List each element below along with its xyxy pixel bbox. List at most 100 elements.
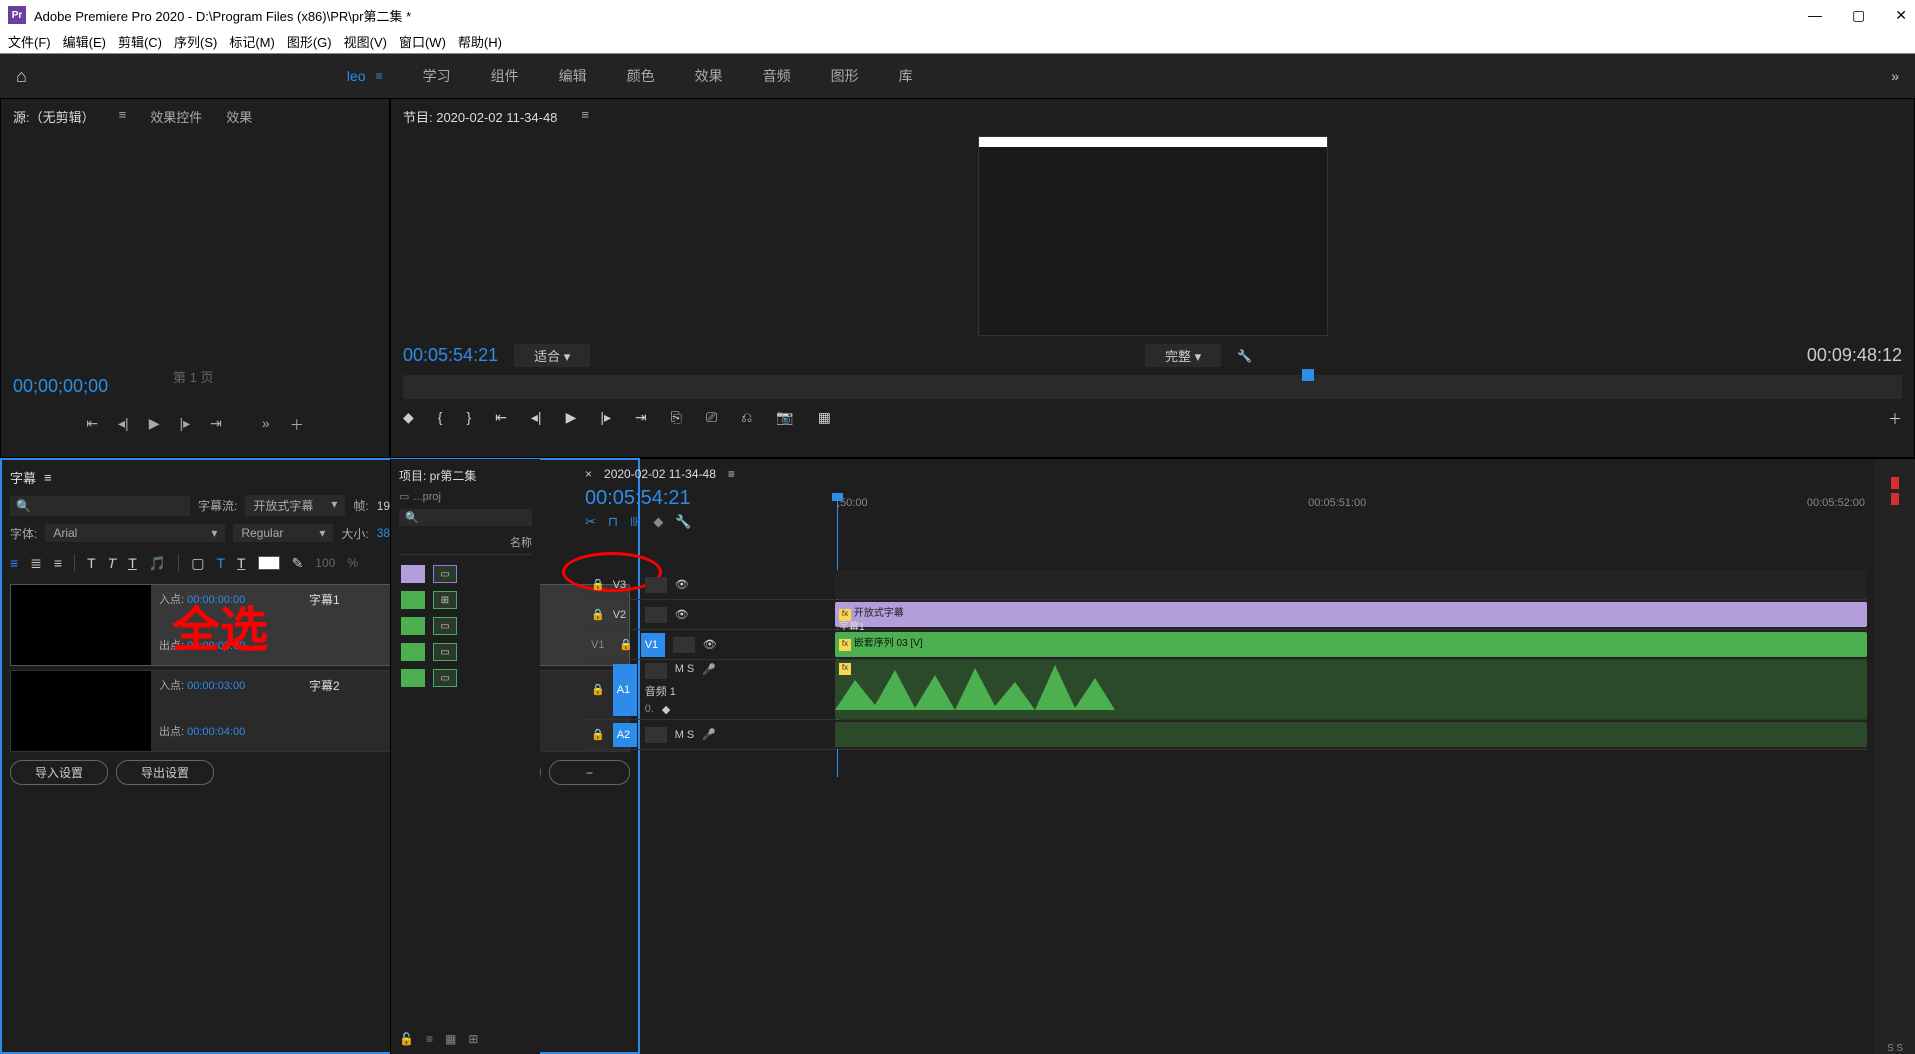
stream-select[interactable]: 开放式字幕▾ (245, 495, 345, 516)
menu-edit[interactable]: 编辑(E) (63, 32, 106, 51)
workspace-graphics[interactable]: 图形 (831, 66, 859, 86)
go-in-icon[interactable]: ⇤ (495, 409, 507, 429)
workspace-overflow-icon[interactable]: » (1891, 68, 1899, 84)
workspace-menu-icon[interactable]: ≡ (376, 69, 383, 83)
mute-solo[interactable]: M S (675, 663, 695, 679)
eye-icon[interactable]: 👁 (675, 608, 689, 621)
timeline-ruler[interactable]: ;50:00 00:05:51:00 00:05:52:00 (837, 497, 1865, 517)
track-label[interactable]: A1 (613, 664, 637, 716)
caption-search-input[interactable]: 🔍 (10, 496, 190, 516)
source-pager[interactable]: 第 1 页 (173, 367, 213, 386)
workspace-color[interactable]: 颜色 (627, 66, 655, 86)
program-add-icon[interactable]: ＋ (1888, 409, 1902, 429)
bg-box-icon[interactable]: ▢ (191, 555, 204, 572)
marker-icon[interactable]: ◆ (403, 409, 414, 429)
menu-graphics[interactable]: 图形(G) (287, 32, 332, 51)
nest-icon[interactable]: ✂ (585, 514, 596, 530)
lock-icon[interactable]: 🔒 (591, 683, 605, 696)
compare-icon[interactable]: ▦ (818, 409, 831, 429)
lock-icon[interactable]: 🔒 (591, 578, 605, 591)
track-toggle[interactable] (645, 663, 667, 679)
track-toggle[interactable] (645, 727, 667, 743)
freeform-view-icon[interactable]: ⊞ (468, 1032, 478, 1046)
tab-effects[interactable]: 效果 (226, 107, 252, 126)
menu-file[interactable]: 文件(F) (8, 32, 51, 51)
project-item[interactable]: ▭ (399, 639, 532, 665)
step-back-icon[interactable]: ◂| (531, 409, 542, 429)
program-fit-select[interactable]: 适合 ▾ (514, 344, 590, 367)
menu-help[interactable]: 帮助(H) (458, 32, 502, 51)
source-more-icon[interactable]: » (262, 415, 270, 435)
voice-icon[interactable]: 🎤 (702, 663, 716, 679)
color-swatch[interactable] (258, 556, 280, 570)
source-step-back-icon[interactable]: ◂| (118, 415, 129, 435)
project-item[interactable]: ⊞ (399, 587, 532, 613)
workspace-learn[interactable]: 学习 (423, 66, 451, 86)
caption-in-tc[interactable]: 00:00:03:00 (187, 680, 245, 692)
eyedropper-icon[interactable]: ✎ (292, 555, 304, 572)
play-icon[interactable]: ▶ (566, 409, 577, 429)
folder-icon[interactable]: ▭ (399, 490, 409, 503)
clip-audio[interactable] (835, 722, 1867, 747)
workspace-audio[interactable]: 音频 (763, 66, 791, 86)
track-toggle[interactable] (645, 607, 667, 623)
program-monitor[interactable] (978, 136, 1328, 336)
source-patch-v1[interactable]: V1 (591, 639, 611, 651)
step-fwd-icon[interactable]: |▸ (600, 409, 611, 429)
mute-solo[interactable]: M S (675, 729, 695, 741)
tab-effect-controls[interactable]: 效果控件 (150, 107, 202, 126)
font-style-select[interactable]: Regular▾ (233, 524, 333, 542)
minimize-button[interactable]: — (1808, 7, 1822, 24)
source-go-out-icon[interactable]: ⇥ (210, 415, 222, 435)
lock-icon[interactable]: 🔒 (591, 608, 605, 621)
track-label[interactable]: V3 (613, 579, 637, 591)
track-toggle[interactable] (673, 637, 695, 653)
program-timecode[interactable]: 00:05:54:21 (403, 345, 498, 366)
lock-icon[interactable]: 🔓 (399, 1032, 414, 1046)
voice-icon[interactable]: 🎤 (702, 728, 716, 741)
export-frame-icon[interactable]: ⎌ (741, 409, 752, 429)
maximize-button[interactable]: ▢ (1852, 7, 1865, 24)
align-right-icon[interactable]: ≡ (54, 555, 62, 571)
tab-source[interactable]: 源:（无剪辑） (13, 107, 95, 126)
size-value[interactable]: 38 (377, 526, 390, 540)
italic-icon[interactable]: T (108, 555, 117, 571)
extract-icon[interactable]: ⎚ (706, 409, 717, 429)
source-step-fwd-icon[interactable]: |▸ (179, 415, 190, 435)
track-label[interactable]: V1 (641, 633, 665, 657)
workspace-editing[interactable]: 编辑 (559, 66, 587, 86)
camera-icon[interactable]: 📷 (776, 409, 793, 429)
export-settings-button[interactable]: 导出设置 (116, 760, 214, 785)
project-name-header[interactable]: 名称 (510, 534, 532, 550)
underline-icon[interactable]: T (128, 555, 137, 571)
workspace-leo[interactable]: leo (347, 68, 366, 84)
clip-caption[interactable]: fx 开放式字幕 (835, 602, 1867, 627)
font-select[interactable]: Arial▾ (45, 524, 225, 542)
project-item[interactable]: ▭ (399, 613, 532, 639)
timeline-close-icon[interactable]: × (585, 467, 592, 481)
project-item[interactable]: ▭ (399, 561, 532, 587)
mark-in-icon[interactable]: { (438, 409, 443, 429)
project-title[interactable]: 项目: pr第二集 (399, 467, 532, 484)
workspace-effects[interactable]: 效果 (695, 66, 723, 86)
align-left-icon[interactable]: ≡ (10, 555, 18, 571)
lift-icon[interactable]: ⎘ (671, 409, 682, 429)
timeline-menu-icon[interactable]: ≡ (728, 467, 735, 481)
import-settings-button[interactable]: 导入设置 (10, 760, 108, 785)
caption-panel-menu-icon[interactable]: ≡ (44, 470, 52, 485)
marker-add-icon[interactable]: ◆ (653, 514, 663, 530)
workspace-library[interactable]: 库 (899, 66, 913, 86)
lock-icon[interactable]: 🔒 (619, 638, 633, 651)
source-go-in-icon[interactable]: ⇤ (86, 415, 98, 435)
caption-out-tc[interactable]: 00:00:04:00 (187, 726, 245, 738)
snap-icon[interactable]: ⊓ (608, 514, 618, 530)
playhead-icon[interactable] (1302, 369, 1314, 381)
meter-solo[interactable]: S S (1887, 1043, 1903, 1054)
menu-view[interactable]: 视图(V) (344, 32, 387, 51)
timeline-settings-icon[interactable]: 🔧 (675, 514, 691, 530)
linked-selection-icon[interactable]: ⊪ (630, 514, 641, 530)
project-item[interactable]: ▭ (399, 665, 532, 691)
track-label[interactable]: V2 (613, 609, 637, 621)
bold-icon[interactable]: T (87, 555, 96, 571)
caption-in-tc[interactable]: 00:00:00:00 (187, 594, 245, 606)
